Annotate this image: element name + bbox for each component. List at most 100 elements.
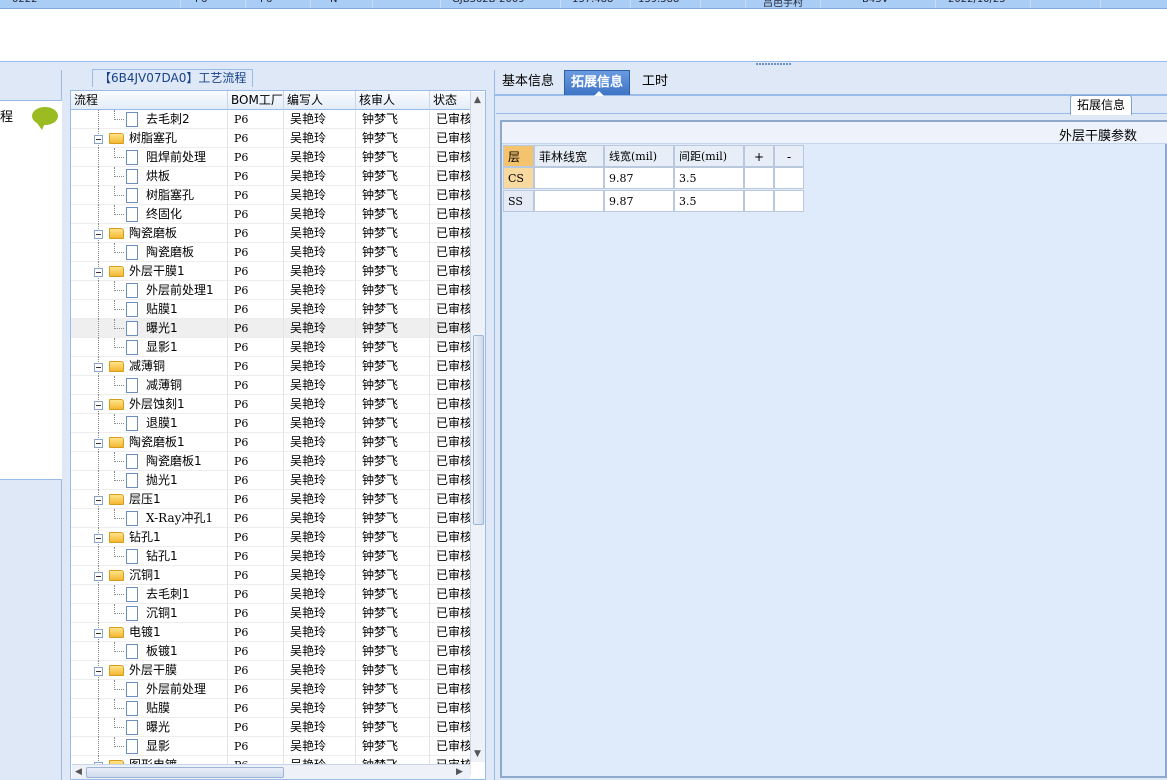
reviewer-cell: 钟梦飞 <box>356 148 430 167</box>
tree-row[interactable]: 板镀1 P6 吴艳玲 钟梦飞 已审核 <box>71 642 471 661</box>
tree-row[interactable]: 终固化 P6 吴艳玲 钟梦飞 已审核 <box>71 205 471 224</box>
collapse-toggle-icon[interactable] <box>94 439 103 448</box>
top-grid: 0222 P6 P6 N GJB362B-2009 137.488 139.588 吕芭芋村 B… <box>0 0 1167 62</box>
scroll-left-icon[interactable]: ◀ <box>75 767 82 777</box>
collapse-toggle-icon[interactable] <box>94 401 103 410</box>
remove-row-button[interactable]: - <box>774 145 804 167</box>
tree-row[interactable]: X-Ray冲孔1 P6 吴艳玲 钟梦飞 已审核 <box>71 509 471 528</box>
param-empty-cell[interactable] <box>774 190 804 212</box>
param-width-cell[interactable]: 9.87 <box>604 167 674 189</box>
process-panel-title: 【6B4JV07DA0】工艺流程 <box>92 69 254 87</box>
column-header-writer[interactable]: 编写人 <box>284 91 356 110</box>
tree-row[interactable]: 阻焊前处理 P6 吴艳玲 钟梦飞 已审核 <box>71 148 471 167</box>
param-film-width-cell[interactable] <box>534 190 604 212</box>
top-grid-selected-row[interactable]: 0222 P6 P6 N GJB362B-2009 137.488 139.588 吕芭芋村 B… <box>0 0 1167 9</box>
tree-row[interactable]: 沉铜1 P6 吴艳玲 钟梦飞 已审核 <box>71 566 471 585</box>
tree-row[interactable]: 烘板 P6 吴艳玲 钟梦飞 已审核 <box>71 167 471 186</box>
tree-row[interactable]: 外层前处理1 P6 吴艳玲 钟梦飞 已审核 <box>71 281 471 300</box>
tree-vertical-scrollbar[interactable]: ▲ ▼ <box>470 92 485 762</box>
tree-row[interactable]: 曝光 P6 吴艳玲 钟梦飞 已审核 <box>71 718 471 737</box>
tree-guide-line <box>98 205 99 224</box>
param-layer-cell[interactable]: CS <box>503 167 534 189</box>
collapse-toggle-icon[interactable] <box>94 230 103 239</box>
tree-row[interactable]: 沉铜1 P6 吴艳玲 钟梦飞 已审核 <box>71 604 471 623</box>
status-cell: 已审核 <box>430 680 471 699</box>
folder-icon <box>109 361 124 372</box>
collapse-toggle-icon[interactable] <box>94 667 103 676</box>
tree-node-label: 树脂塞孔 <box>146 188 195 202</box>
tree-row[interactable]: 减薄铜 P6 吴艳玲 钟梦飞 已审核 <box>71 376 471 395</box>
tree-guide-line <box>98 718 99 737</box>
tree-row[interactable]: 贴膜1 P6 吴艳玲 钟梦飞 已审核 <box>71 300 471 319</box>
tree-row[interactable]: 树脂塞孔 P6 吴艳玲 钟梦飞 已审核 <box>71 186 471 205</box>
reviewer-cell: 钟梦飞 <box>356 167 430 186</box>
tree-row[interactable]: 外层前处理 P6 吴艳玲 钟梦飞 已审核 <box>71 680 471 699</box>
tree-row[interactable]: 陶瓷磨板 P6 吴艳玲 钟梦飞 已审核 <box>71 224 471 243</box>
param-empty-cell[interactable] <box>744 190 774 212</box>
vertical-scroll-thumb[interactable] <box>473 335 484 525</box>
tab-extended-info[interactable]: 拓展信息 <box>564 70 631 96</box>
collapse-toggle-icon[interactable] <box>94 629 103 638</box>
param-width-cell[interactable]: 9.87 <box>604 190 674 212</box>
collapse-toggle-icon[interactable] <box>94 534 103 543</box>
column-header-status[interactable]: 状态 <box>430 91 471 110</box>
add-row-button[interactable]: + <box>744 145 774 167</box>
tree-row[interactable]: 减薄铜 P6 吴艳玲 钟梦飞 已审核 <box>71 357 471 376</box>
tree-row[interactable]: 曝光1 P6 吴艳玲 钟梦飞 已审核 <box>71 319 471 338</box>
collapse-toggle-icon[interactable] <box>94 268 103 277</box>
tree-row[interactable]: 钻孔1 P6 吴艳玲 钟梦飞 已审核 <box>71 528 471 547</box>
top-grid-cell: 0222 <box>12 0 37 5</box>
collapse-toggle-icon[interactable] <box>94 363 103 372</box>
tree-row[interactable]: 外层干膜 P6 吴艳玲 钟梦飞 已审核 <box>71 661 471 680</box>
status-cell: 已审核 <box>430 452 471 471</box>
writer-cell: 吴艳玲 <box>284 642 356 661</box>
scroll-up-icon[interactable]: ▲ <box>474 95 481 105</box>
chat-bubble-icon[interactable] <box>32 107 58 130</box>
horizontal-scroll-thumb[interactable] <box>86 767 284 778</box>
column-header-process[interactable]: 流程 <box>71 91 228 110</box>
param-film-width-cell[interactable] <box>534 167 604 189</box>
bom-cell: P6 <box>228 661 284 680</box>
param-layer-cell[interactable]: SS <box>503 190 534 212</box>
top-grid-cell: P6 <box>195 0 207 5</box>
tree-row[interactable]: 外层蚀刻1 P6 吴艳玲 钟梦飞 已审核 <box>71 395 471 414</box>
param-header-film-width: 菲林线宽 <box>534 145 604 167</box>
tab-basic-info[interactable]: 基本信息 <box>496 70 560 95</box>
tree-row[interactable]: 电镀1 P6 吴艳玲 钟梦飞 已审核 <box>71 623 471 642</box>
tree-row[interactable]: 陶瓷磨板1 P6 吴艳玲 钟梦飞 已审核 <box>71 452 471 471</box>
tree-node-cell: 曝光 <box>71 718 228 737</box>
tree-horizontal-scrollbar[interactable]: ◀ ▶ <box>72 764 470 779</box>
document-icon <box>126 644 138 659</box>
tree-row[interactable]: 树脂塞孔 P6 吴艳玲 钟梦飞 已审核 <box>71 129 471 148</box>
param-empty-cell[interactable] <box>744 167 774 189</box>
scroll-right-icon[interactable]: ▶ <box>456 767 463 777</box>
param-spacing-cell[interactable]: 3.5 <box>674 167 744 189</box>
tree-row[interactable]: 陶瓷磨板 P6 吴艳玲 钟梦飞 已审核 <box>71 243 471 262</box>
tree-row[interactable]: 钻孔1 P6 吴艳玲 钟梦飞 已审核 <box>71 547 471 566</box>
tree-row[interactable]: 陶瓷磨板1 P6 吴艳玲 钟梦飞 已审核 <box>71 433 471 452</box>
tree-row[interactable]: 显影 P6 吴艳玲 钟梦飞 已审核 <box>71 737 471 756</box>
tree-row[interactable]: 去毛刺1 P6 吴艳玲 钟梦飞 已审核 <box>71 585 471 604</box>
status-cell: 已审核 <box>430 547 471 566</box>
tab-work-hours[interactable]: 工时 <box>636 70 674 95</box>
tree-row[interactable]: 抛光1 P6 吴艳玲 钟梦飞 已审核 <box>71 471 471 490</box>
collapse-toggle-icon[interactable] <box>94 135 103 144</box>
sub-tab-extended-info[interactable]: 拓展信息 <box>1070 95 1133 115</box>
column-header-bom[interactable]: BOM工厂 <box>228 91 284 110</box>
tree-row[interactable]: 层压1 P6 吴艳玲 钟梦飞 已审核 <box>71 490 471 509</box>
panel-resize-gripper[interactable] <box>742 63 812 69</box>
collapse-toggle-icon[interactable] <box>94 572 103 581</box>
tree-row[interactable]: 显影1 P6 吴艳玲 钟梦飞 已审核 <box>71 338 471 357</box>
column-header-reviewer[interactable]: 核审人 <box>356 91 430 110</box>
tree-row[interactable]: 贴膜 P6 吴艳玲 钟梦飞 已审核 <box>71 699 471 718</box>
tree-guide-line <box>114 195 124 196</box>
scroll-down-icon[interactable]: ▼ <box>474 749 481 759</box>
collapse-toggle-icon[interactable] <box>94 496 103 505</box>
tree-row[interactable]: 退膜1 P6 吴艳玲 钟梦飞 已审核 <box>71 414 471 433</box>
tree-guide-line <box>98 642 99 661</box>
param-spacing-cell[interactable]: 3.5 <box>674 190 744 212</box>
tree-node-label: 电镀1 <box>129 625 161 639</box>
param-empty-cell[interactable] <box>774 167 804 189</box>
tree-row[interactable]: 去毛刺2 P6 吴艳玲 钟梦飞 已审核 <box>71 110 471 129</box>
tree-row[interactable]: 外层干膜1 P6 吴艳玲 钟梦飞 已审核 <box>71 262 471 281</box>
